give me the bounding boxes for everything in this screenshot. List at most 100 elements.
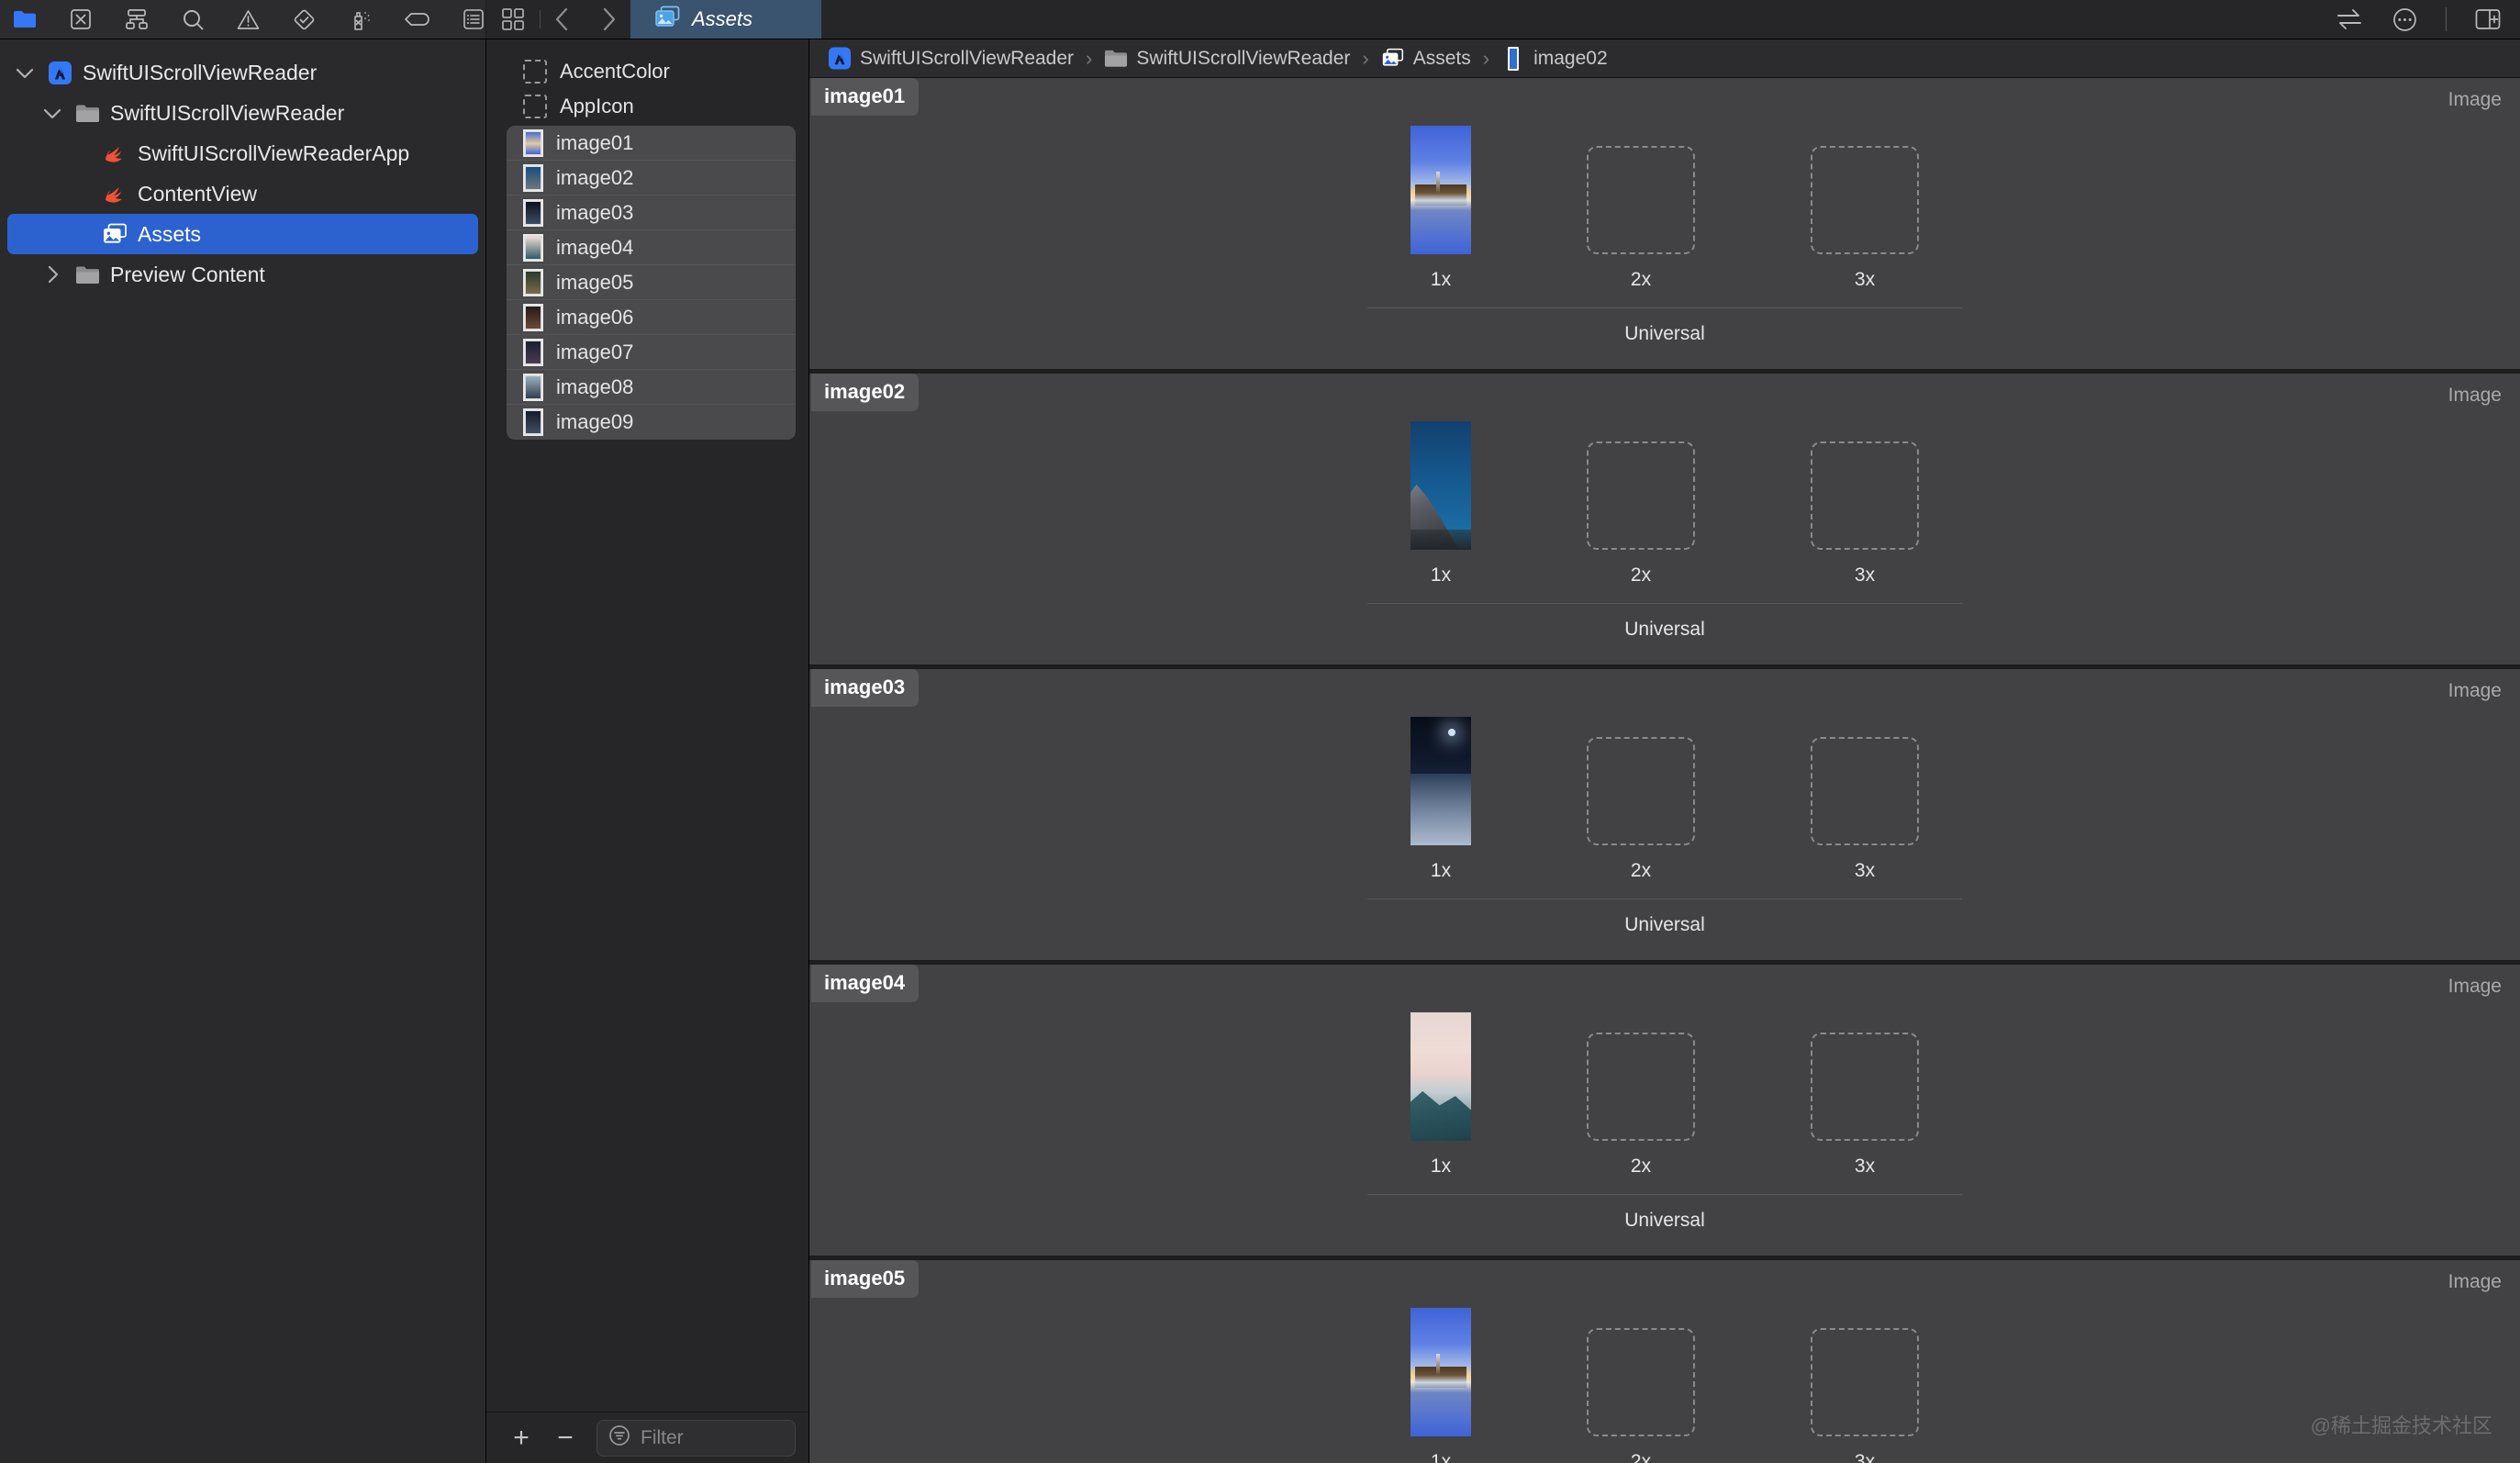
asset-list-item[interactable]: image09 <box>507 405 796 440</box>
filter-field[interactable]: Filter <box>597 1419 796 1457</box>
remove-asset-button[interactable]: − <box>543 1420 587 1457</box>
asset-list-item[interactable]: image06 <box>507 300 796 335</box>
breadcrumb: SwiftUIScrollViewReader › SwiftUIScrollVie… <box>809 39 2520 78</box>
inspector-toggle-icon[interactable] <box>2474 6 2502 33</box>
breadcrumb-item[interactable]: image02 <box>1501 45 1608 73</box>
sidebar-item-label: SwiftUIScrollViewReader <box>83 60 318 84</box>
asset-list-item[interactable]: image02 <box>507 161 796 195</box>
swap-arrows-icon[interactable] <box>2336 6 2363 33</box>
asset-card[interactable]: image01 Image 1x 2x 3x Universal <box>809 78 2520 370</box>
empty-slot-dropzone[interactable] <box>1811 1328 1919 1436</box>
scale-slot-2x[interactable]: 2x <box>1587 737 1695 882</box>
asset-card-header: image01 Image <box>809 78 2520 126</box>
scale-slot-row: 1x 2x 3x <box>1411 126 1919 291</box>
scale-slot-1x[interactable]: 1x <box>1411 126 1471 291</box>
empty-slot-dropzone[interactable] <box>1587 737 1695 845</box>
empty-slot-dropzone[interactable] <box>1811 737 1919 845</box>
asset-card-body: 1x 2x 3x Universal <box>809 1012 2520 1256</box>
asset-list-item[interactable]: image05 <box>507 265 796 300</box>
asset-type-label: Image <box>2448 89 2502 110</box>
sidebar-item-preview-content[interactable]: Preview Content <box>7 254 478 295</box>
scale-slot-3x[interactable]: 3x <box>1811 737 1919 882</box>
scale-label: 2x <box>1630 1156 1652 1177</box>
spray-debug-icon[interactable] <box>348 6 373 33</box>
asset-list-item[interactable]: AccentColor <box>486 54 808 89</box>
empty-slot-dropzone[interactable] <box>1811 146 1919 254</box>
asset-list-item[interactable]: image08 <box>507 370 796 405</box>
folder-icon[interactable] <box>13 6 38 33</box>
empty-slot-dropzone[interactable] <box>1587 1033 1695 1141</box>
asset-list[interactable]: AccentColor AppIcon image01 image02 image03 i… <box>486 39 808 1412</box>
breadcrumb-item[interactable]: SwiftUIScrollViewReader <box>828 45 1074 73</box>
add-asset-button[interactable]: + <box>499 1420 543 1457</box>
sidebar-item-contentview[interactable]: ContentView <box>7 173 478 214</box>
asset-list-item-label: image03 <box>556 200 634 224</box>
empty-slot-dropzone[interactable] <box>1811 1033 1919 1141</box>
scale-slot-1x[interactable]: 1x <box>1411 421 1471 586</box>
sidebar-item-swiftuiscrollviewreader[interactable]: SwiftUIScrollViewReader <box>7 52 478 93</box>
asset-type-label: Image <box>2448 1271 2502 1292</box>
breadcrumb-label: Assets <box>1412 47 1471 69</box>
asset-list-item[interactable]: image07 <box>507 335 796 370</box>
asset-list-item[interactable]: image04 <box>507 230 796 265</box>
warning-triangle-icon[interactable] <box>236 6 261 33</box>
scale-slot-2x[interactable]: 2x <box>1587 1033 1695 1178</box>
scale-slot-2x[interactable]: 2x <box>1587 1328 1695 1463</box>
scale-label: 1x <box>1430 1451 1452 1463</box>
asset-card-body: 1x 2x 3x Universal <box>809 717 2520 960</box>
sidebar-item-label: ContentView <box>138 181 257 206</box>
chevron-down-icon[interactable] <box>13 67 37 79</box>
search-icon[interactable] <box>181 6 206 33</box>
asset-card[interactable]: image02 Image 1x 2x 3x Universal <box>809 374 2520 665</box>
sidebar-item-swiftuiscrollviewreader[interactable]: SwiftUIScrollViewReader <box>7 93 478 133</box>
scale-slot-row: 1x 2x 3x <box>1411 421 1919 586</box>
source-control-icon[interactable] <box>69 6 94 33</box>
scale-slot-1x[interactable]: 1x <box>1411 717 1471 882</box>
scale-slot-1x[interactable]: 1x <box>1411 1012 1471 1178</box>
scale-slot-2x[interactable]: 2x <box>1587 441 1695 586</box>
assets-catalog-icon <box>1381 45 1405 73</box>
asset-image-preview <box>1411 1012 1471 1141</box>
empty-slot-dropzone[interactable] <box>1811 441 1919 550</box>
tag-breakpoint-icon[interactable] <box>404 6 429 33</box>
scale-slot-3x[interactable]: 3x <box>1811 1328 1919 1463</box>
sidebar-item-label: Preview Content <box>110 262 265 286</box>
forward-icon[interactable] <box>596 6 623 33</box>
scale-label: 2x <box>1630 860 1652 881</box>
scale-slot-3x[interactable]: 3x <box>1811 146 1919 291</box>
asset-canvas[interactable]: image01 Image 1x 2x 3x Universal image02 Image 1… <box>809 78 2520 1463</box>
asset-card[interactable]: image05Image1x2x3xUniversal <box>809 1260 2520 1463</box>
asset-card[interactable]: image04 Image 1x 2x 3x Universal <box>809 965 2520 1256</box>
back-icon[interactable] <box>548 6 575 33</box>
tab-assets[interactable]: Assets <box>630 0 821 39</box>
scale-slot-2x[interactable]: 2x <box>1587 146 1695 291</box>
xcode-window: Assets SwiftUIScrollViewReader SwiftUIScr… <box>0 0 2520 1463</box>
empty-slot-dropzone[interactable] <box>1587 441 1695 550</box>
more-options-icon[interactable] <box>2391 6 2418 33</box>
hierarchy-icon[interactable] <box>125 6 150 33</box>
chevron-right-icon[interactable] <box>40 265 64 284</box>
asset-list-item[interactable]: AppIcon <box>486 89 808 124</box>
chevron-down-icon[interactable] <box>40 107 64 119</box>
sidebar-item-swiftuiscrollviewreaderapp[interactable]: SwiftUIScrollViewReaderApp <box>7 133 478 173</box>
empty-slot-dropzone[interactable] <box>1587 1328 1695 1436</box>
grid-icon[interactable] <box>486 0 540 39</box>
universal-label: Universal <box>1624 914 1705 935</box>
sidebar-item-assets[interactable]: Assets <box>7 214 478 254</box>
breadcrumb-separator: › <box>1086 46 1093 70</box>
asset-name-badge: image05 <box>811 1260 920 1298</box>
editor-toolbar: Assets <box>486 0 2520 39</box>
diamond-check-icon[interactable] <box>292 6 317 33</box>
scale-slot-3x[interactable]: 3x <box>1811 1033 1919 1178</box>
asset-card[interactable]: image03 Image 1x 2x 3x Universal <box>809 669 2520 961</box>
scale-slot-3x[interactable]: 3x <box>1811 441 1919 586</box>
asset-name-badge: image04 <box>811 965 920 1002</box>
scale-slot-1x[interactable]: 1x <box>1411 1308 1471 1463</box>
asset-list-item[interactable]: image01 <box>507 126 796 161</box>
breadcrumb-item[interactable]: Assets <box>1381 45 1471 73</box>
placeholder-swatch-icon <box>523 95 547 118</box>
reports-list-icon[interactable] <box>461 6 485 33</box>
asset-list-item[interactable]: image03 <box>507 195 796 230</box>
empty-slot-dropzone[interactable] <box>1587 146 1695 254</box>
breadcrumb-item[interactable]: SwiftUIScrollViewReader <box>1104 45 1350 73</box>
